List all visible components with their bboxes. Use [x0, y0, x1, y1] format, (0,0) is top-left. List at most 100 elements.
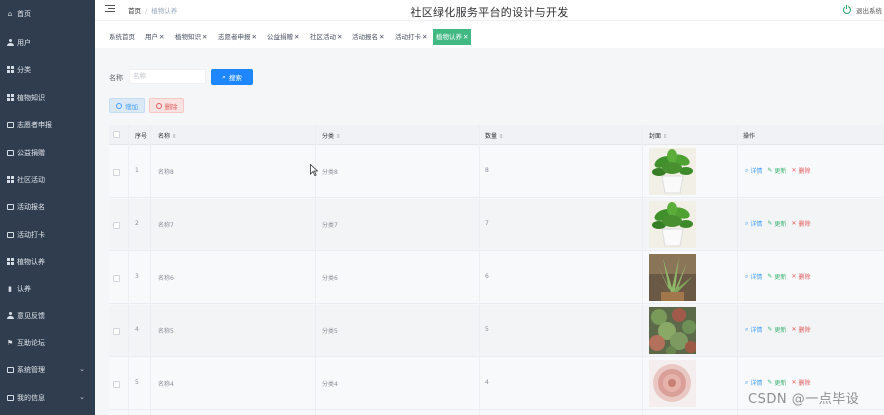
tag-plant-adoption[interactable]: 植物认养✕: [433, 29, 472, 45]
sort-icon[interactable]: ⇕: [336, 134, 341, 140]
delete-button[interactable]: ✕ 删除: [791, 272, 810, 281]
tag-activity-signup[interactable]: 活动报名✕: [349, 29, 387, 45]
sort-icon[interactable]: ⇕: [663, 134, 668, 140]
detail-button[interactable]: ⌕ 详情: [745, 325, 762, 335]
close-icon[interactable]: ✕: [379, 33, 384, 41]
grid-icon: [6, 66, 14, 74]
row-checkbox[interactable]: [113, 381, 120, 388]
sidebar-item-volunteer[interactable]: 志愿者申报: [0, 111, 95, 138]
cover-image[interactable]: [649, 307, 696, 354]
sidebar-item-forum[interactable]: ⚑ 互助论坛: [0, 329, 95, 356]
tag-activity-checkin[interactable]: 活动打卡✕: [392, 29, 430, 45]
column-header-cover[interactable]: 封面 ⇕: [649, 131, 668, 140]
sidebar-item-adopt[interactable]: ▮ 认养: [0, 275, 95, 302]
column-header-actions: 操作: [743, 133, 756, 140]
delete-button[interactable]: ✕ 删除: [791, 166, 810, 175]
sidebar-item-category[interactable]: 分类: [0, 56, 95, 83]
update-button[interactable]: ✎ 更新: [767, 219, 786, 228]
update-button[interactable]: ✎ 更新: [767, 166, 786, 175]
box-icon: [6, 121, 14, 129]
delete-button[interactable]: ✕ 删除: [791, 325, 810, 334]
close-icon[interactable]: ✕: [294, 33, 299, 41]
cell-category: 分类8: [322, 169, 338, 176]
breadcrumb-home[interactable]: 首页: [128, 7, 141, 15]
column-header-label: 数量: [485, 133, 498, 140]
column-header-label: 名称: [158, 133, 171, 140]
cover-image[interactable]: [649, 148, 696, 195]
chevron-down-icon: ⌄: [79, 365, 85, 373]
update-label: 更新: [774, 274, 787, 281]
close-icon[interactable]: ✕: [202, 33, 207, 41]
cell-name: 名称6: [158, 275, 174, 282]
sidebar-item-users[interactable]: 用户: [0, 29, 95, 56]
sidebar-item-donation[interactable]: 公益捐赠: [0, 139, 95, 166]
delete-button[interactable]: ✕ 删除: [791, 219, 810, 228]
delete-button-label: 删除: [164, 102, 178, 111]
search-input[interactable]: 名称: [129, 69, 206, 84]
close-icon: ✕: [791, 379, 797, 386]
column-header-category[interactable]: 分类 ⇕: [322, 131, 341, 140]
cover-image[interactable]: [649, 360, 696, 407]
sort-icon[interactable]: ⇕: [499, 134, 504, 140]
row-checkbox[interactable]: [113, 328, 120, 335]
table-row: 2 名称7 分类7 7 ⌕ 详情 ✎ 更新 ✕ 删除: [109, 199, 884, 251]
add-button-label: 增加: [125, 102, 138, 111]
delete-button[interactable]: ✕ 删除: [791, 378, 810, 387]
close-icon[interactable]: ✕: [337, 33, 342, 41]
tag-community-activity[interactable]: 社区活动✕: [307, 29, 345, 45]
close-icon[interactable]: ✕: [463, 33, 468, 41]
tag-donation[interactable]: 公益捐赠✕: [264, 29, 302, 45]
sidebar-item-label: 分类: [17, 65, 31, 74]
box-icon: [6, 149, 14, 157]
detail-button[interactable]: ⌕ 详情: [745, 272, 762, 282]
grid-icon: [6, 176, 14, 184]
close-icon[interactable]: ✕: [422, 33, 427, 41]
sidebar-item-label: 首页: [17, 9, 31, 18]
search-button[interactable]: ⌕ 搜索: [211, 69, 253, 85]
tag-label: 系统首页: [109, 33, 135, 41]
sidebar-item-activity-signup[interactable]: 活动报名: [0, 193, 95, 220]
cover-image[interactable]: [649, 201, 696, 248]
sidebar-item-activity-checkin[interactable]: 活动打卡: [0, 221, 95, 248]
sidebar-item-community-activity[interactable]: 社区活动: [0, 166, 95, 193]
add-button[interactable]: 增加: [109, 98, 145, 113]
search-icon: ⌕: [745, 272, 749, 280]
update-button[interactable]: ✎ 更新: [767, 272, 786, 281]
sidebar-item-my-info[interactable]: 我的信息 ⌄: [0, 384, 95, 411]
sidebar-item-plant-knowledge[interactable]: 植物知识: [0, 84, 95, 111]
column-header-quantity[interactable]: 数量 ⇕: [485, 131, 504, 140]
update-label: 更新: [774, 168, 787, 175]
tag-users[interactable]: 用户✕: [142, 29, 167, 45]
update-button[interactable]: ✎ 更新: [767, 325, 786, 334]
close-icon[interactable]: ✕: [252, 33, 257, 41]
cover-image[interactable]: [649, 254, 696, 301]
sidebar-item-home[interactable]: ⌂ 首页: [0, 0, 95, 27]
logout-button[interactable]: 退出系统: [843, 5, 882, 15]
minus-circle-icon: [155, 102, 162, 109]
detail-button[interactable]: ⌕ 详情: [745, 219, 762, 229]
row-checkbox[interactable]: [113, 275, 120, 282]
row-checkbox[interactable]: [113, 222, 120, 229]
sort-icon[interactable]: ⇕: [172, 134, 177, 140]
sidebar-item-plant-adoption[interactable]: 植物认养: [0, 248, 95, 275]
user-icon: [6, 39, 14, 47]
update-button[interactable]: ✎ 更新: [767, 378, 786, 387]
tag-system-home[interactable]: 系统首页: [106, 29, 138, 45]
tag-volunteer[interactable]: 志愿者申报✕: [215, 29, 260, 45]
row-checkbox[interactable]: [113, 169, 120, 176]
column-header-name[interactable]: 名称 ⇕: [158, 131, 177, 140]
detail-button[interactable]: ⌕ 详情: [745, 166, 762, 176]
breadcrumb-current: 植物认养: [151, 7, 178, 15]
batch-delete-button[interactable]: 删除: [149, 98, 184, 113]
box-icon: [6, 366, 14, 374]
detail-button[interactable]: ⌕ 详情: [745, 378, 762, 388]
sidebar-item-label: 志愿者申报: [17, 120, 52, 129]
select-all-checkbox[interactable]: [113, 131, 120, 138]
close-icon[interactable]: ✕: [159, 33, 164, 41]
sidebar-item-feedback[interactable]: 意见反馈: [0, 302, 95, 329]
flag-icon: ⚑: [6, 338, 14, 347]
sidebar-item-system-management[interactable]: 系统管理 ⌄: [0, 356, 95, 383]
data-table: 序号 名称 ⇕ 分类 ⇕ 数量 ⇕ 封面 ⇕ 操作 1 名称8 分类8 8 ⌕ 详情 ✎: [109, 125, 884, 415]
tag-plant-knowledge[interactable]: 植物知识✕: [172, 29, 210, 45]
search-icon: ⌕: [222, 72, 226, 81]
